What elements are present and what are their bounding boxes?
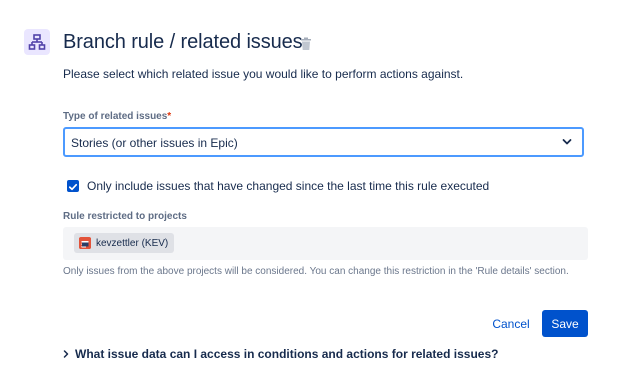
projects-label: Rule restricted to projects [63, 211, 187, 222]
chevron-down-icon [562, 139, 572, 145]
branch-icon [24, 29, 50, 55]
related-type-value: Stories (or other issues in Epic) [71, 136, 238, 150]
checkmark-icon [68, 183, 78, 191]
page-title: Branch rule / related issues [63, 31, 303, 53]
trash-icon[interactable] [300, 37, 312, 51]
related-type-select[interactable]: Stories (or other issues in Epic) [63, 127, 584, 157]
related-type-label-text: Type of related issues [63, 111, 168, 122]
only-changed-checkbox[interactable] [67, 180, 79, 192]
only-changed-label[interactable]: Only include issues that have changed si… [87, 179, 489, 193]
chevron-right-icon [63, 350, 69, 358]
project-chip-label: kevzettler (KEV) [96, 237, 169, 249]
required-indicator: * [167, 111, 172, 122]
page-description: Please select which related issue you wo… [63, 67, 464, 81]
project-icon [79, 237, 91, 249]
projects-list: kevzettler (KEV) [63, 227, 588, 260]
save-button[interactable]: Save [542, 310, 588, 337]
projects-help-text: Only issues from the above projects will… [63, 266, 569, 277]
related-type-label: Type of related issues* [63, 111, 171, 122]
faq-label: What issue data can I access in conditio… [75, 347, 499, 361]
project-chip: kevzettler (KEV) [74, 233, 175, 253]
faq-expander[interactable]: What issue data can I access in conditio… [63, 347, 498, 361]
cancel-button[interactable]: Cancel [486, 312, 536, 336]
